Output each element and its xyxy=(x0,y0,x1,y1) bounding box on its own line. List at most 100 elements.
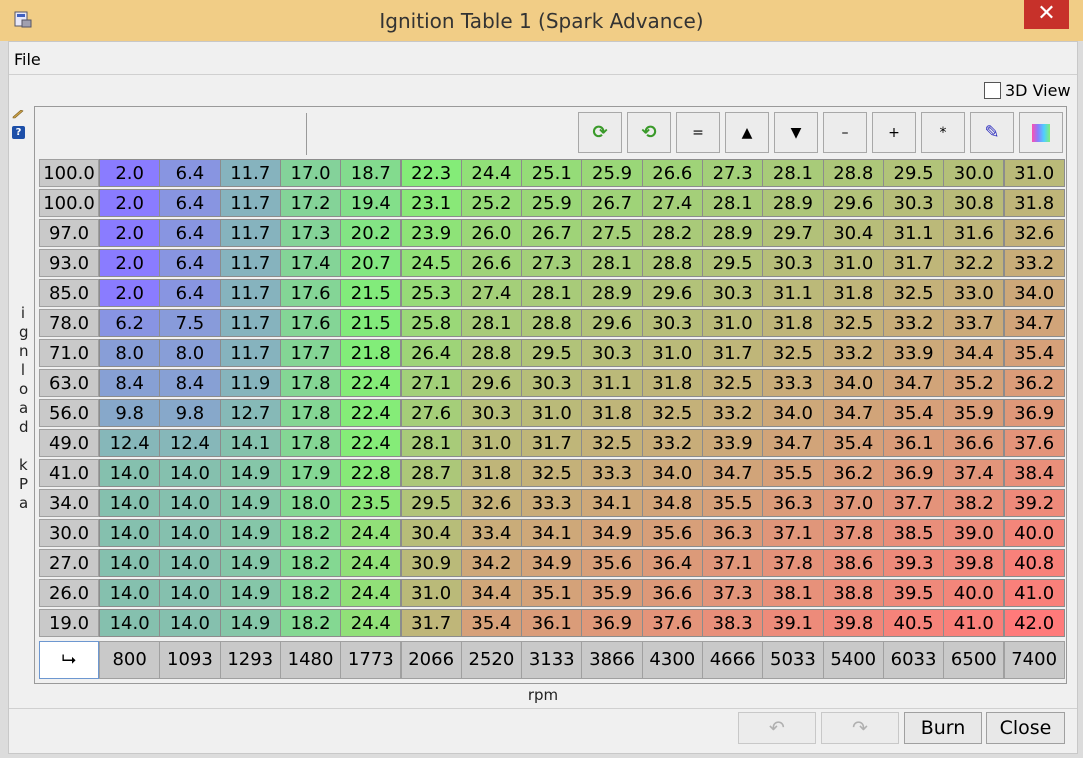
increase-button[interactable]: ▲ xyxy=(725,112,769,153)
load-bin[interactable]: 63.0 xyxy=(39,369,99,397)
table-cell[interactable]: 27.4 xyxy=(460,279,523,307)
rotate-down-icon[interactable]: ⟲ xyxy=(627,112,671,153)
table-cell[interactable]: 38.4 xyxy=(1003,459,1065,487)
table-cell[interactable]: 26.0 xyxy=(460,219,523,247)
table-cell[interactable]: 31.8 xyxy=(581,399,643,427)
table-cell[interactable]: 31.8 xyxy=(641,369,703,397)
table-cell[interactable]: 23.5 xyxy=(340,489,402,517)
table-cell[interactable]: 8.4 xyxy=(99,369,161,397)
table-cell[interactable]: 37.4 xyxy=(943,459,1005,487)
table-cell[interactable]: 40.8 xyxy=(1003,549,1065,577)
table-cell[interactable]: 36.6 xyxy=(943,429,1005,457)
table-cell[interactable]: 35.4 xyxy=(882,399,945,427)
table-cell[interactable]: 35.4 xyxy=(1003,339,1065,367)
table-cell[interactable]: 24.4 xyxy=(340,549,402,577)
table-cell[interactable]: 33.3 xyxy=(581,459,643,487)
subtract-button[interactable]: – xyxy=(823,112,867,153)
table-cell[interactable]: 26.7 xyxy=(581,189,643,217)
load-bin[interactable]: 93.0 xyxy=(39,249,99,277)
table-cell[interactable]: 31.7 xyxy=(882,249,945,277)
table-cell[interactable]: 35.4 xyxy=(822,429,884,457)
table-cell[interactable]: 14.0 xyxy=(159,459,221,487)
rpm-bin[interactable]: 2520 xyxy=(460,641,523,679)
redo-button[interactable]: ↷ xyxy=(821,712,899,744)
table-cell[interactable]: 37.7 xyxy=(882,489,945,517)
table-cell[interactable]: 6.4 xyxy=(159,249,221,277)
table-cell[interactable]: 18.7 xyxy=(340,159,402,187)
table-cell[interactable]: 33.0 xyxy=(943,279,1005,307)
table-cell[interactable]: 21.8 xyxy=(340,339,402,367)
table-cell[interactable]: 29.5 xyxy=(882,159,945,187)
table-cell[interactable]: 36.4 xyxy=(641,549,703,577)
table-cell[interactable]: 28.1 xyxy=(521,279,583,307)
table-cell[interactable]: 31.6 xyxy=(943,219,1005,247)
table-cell[interactable]: 34.7 xyxy=(1003,309,1065,337)
load-bin[interactable]: 97.0 xyxy=(39,219,99,247)
table-cell[interactable]: 33.3 xyxy=(521,489,583,517)
table-cell[interactable]: 35.4 xyxy=(460,609,523,637)
table-cell[interactable]: 6.4 xyxy=(159,159,221,187)
table-cell[interactable]: 18.0 xyxy=(279,489,342,517)
table-cell[interactable]: 31.1 xyxy=(882,219,945,247)
table-cell[interactable]: 31.8 xyxy=(762,309,824,337)
rotate-up-icon[interactable]: ⟳ xyxy=(578,112,622,153)
table-cell[interactable]: 14.9 xyxy=(219,459,281,487)
set-equal-button[interactable]: = xyxy=(676,112,720,153)
table-cell[interactable]: 34.4 xyxy=(943,339,1005,367)
table-cell[interactable]: 39.3 xyxy=(882,549,945,577)
table-cell[interactable]: 30.9 xyxy=(400,549,462,577)
table-cell[interactable]: 14.0 xyxy=(159,519,221,547)
table-cell[interactable]: 28.8 xyxy=(641,249,703,277)
table-cell[interactable]: 33.9 xyxy=(702,429,764,457)
table-cell[interactable]: 30.3 xyxy=(882,189,945,217)
table-cell[interactable]: 26.7 xyxy=(521,219,583,247)
table-cell[interactable]: 36.2 xyxy=(1003,369,1065,397)
rpm-bin[interactable]: 6500 xyxy=(943,641,1005,679)
menu-file[interactable]: File xyxy=(14,50,41,69)
table-cell[interactable]: 40.0 xyxy=(943,579,1005,607)
table-cell[interactable]: 31.0 xyxy=(1003,159,1065,187)
table-cell[interactable]: 30.3 xyxy=(521,369,583,397)
table-cell[interactable]: 28.1 xyxy=(702,189,764,217)
table-cell[interactable]: 24.4 xyxy=(340,579,402,607)
load-bin[interactable]: 41.0 xyxy=(39,459,99,487)
table-cell[interactable]: 29.5 xyxy=(521,339,583,367)
table-cell[interactable]: 39.8 xyxy=(822,609,884,637)
table-cell[interactable]: 34.7 xyxy=(822,399,884,427)
table-cell[interactable]: 30.3 xyxy=(460,399,523,427)
table-cell[interactable]: 34.0 xyxy=(762,399,824,427)
table-cell[interactable]: 27.6 xyxy=(400,399,462,427)
table-cell[interactable]: 25.9 xyxy=(521,189,583,217)
table-cell[interactable]: 21.5 xyxy=(340,279,402,307)
table-cell[interactable]: 11.7 xyxy=(219,249,281,277)
table-cell[interactable]: 6.2 xyxy=(99,309,161,337)
table-cell[interactable]: 19.4 xyxy=(340,189,402,217)
table-cell[interactable]: 14.0 xyxy=(159,579,221,607)
table-cell[interactable]: 33.7 xyxy=(943,309,1005,337)
table-cell[interactable]: 22.3 xyxy=(400,159,462,187)
table-cell[interactable]: 32.5 xyxy=(882,279,945,307)
table-cell[interactable]: 23.9 xyxy=(400,219,462,247)
table-cell[interactable]: 34.7 xyxy=(702,459,764,487)
table-cell[interactable]: 7.5 xyxy=(159,309,221,337)
table-cell[interactable]: 28.9 xyxy=(762,189,824,217)
rpm-bin[interactable]: 4300 xyxy=(641,641,703,679)
table-cell[interactable]: 27.3 xyxy=(521,249,583,277)
table-cell[interactable]: 31.0 xyxy=(702,309,764,337)
load-bin[interactable]: 30.0 xyxy=(39,519,99,547)
table-cell[interactable]: 24.4 xyxy=(340,609,402,637)
table-cell[interactable]: 34.9 xyxy=(581,519,643,547)
table-cell[interactable]: 33.2 xyxy=(882,309,945,337)
table-cell[interactable]: 14.1 xyxy=(219,429,281,457)
table-cell[interactable]: 25.9 xyxy=(581,159,643,187)
table-cell[interactable]: 17.4 xyxy=(279,249,342,277)
table-cell[interactable]: 21.5 xyxy=(340,309,402,337)
table-cell[interactable]: 17.2 xyxy=(279,189,342,217)
table-cell[interactable]: 2.0 xyxy=(99,189,161,217)
table-cell[interactable]: 17.8 xyxy=(279,429,342,457)
table-cell[interactable]: 33.2 xyxy=(1003,249,1065,277)
table-cell[interactable]: 14.9 xyxy=(219,549,281,577)
load-bin[interactable]: 78.0 xyxy=(39,309,99,337)
table-cell[interactable]: 31.7 xyxy=(400,609,462,637)
load-bin[interactable]: 56.0 xyxy=(39,399,99,427)
